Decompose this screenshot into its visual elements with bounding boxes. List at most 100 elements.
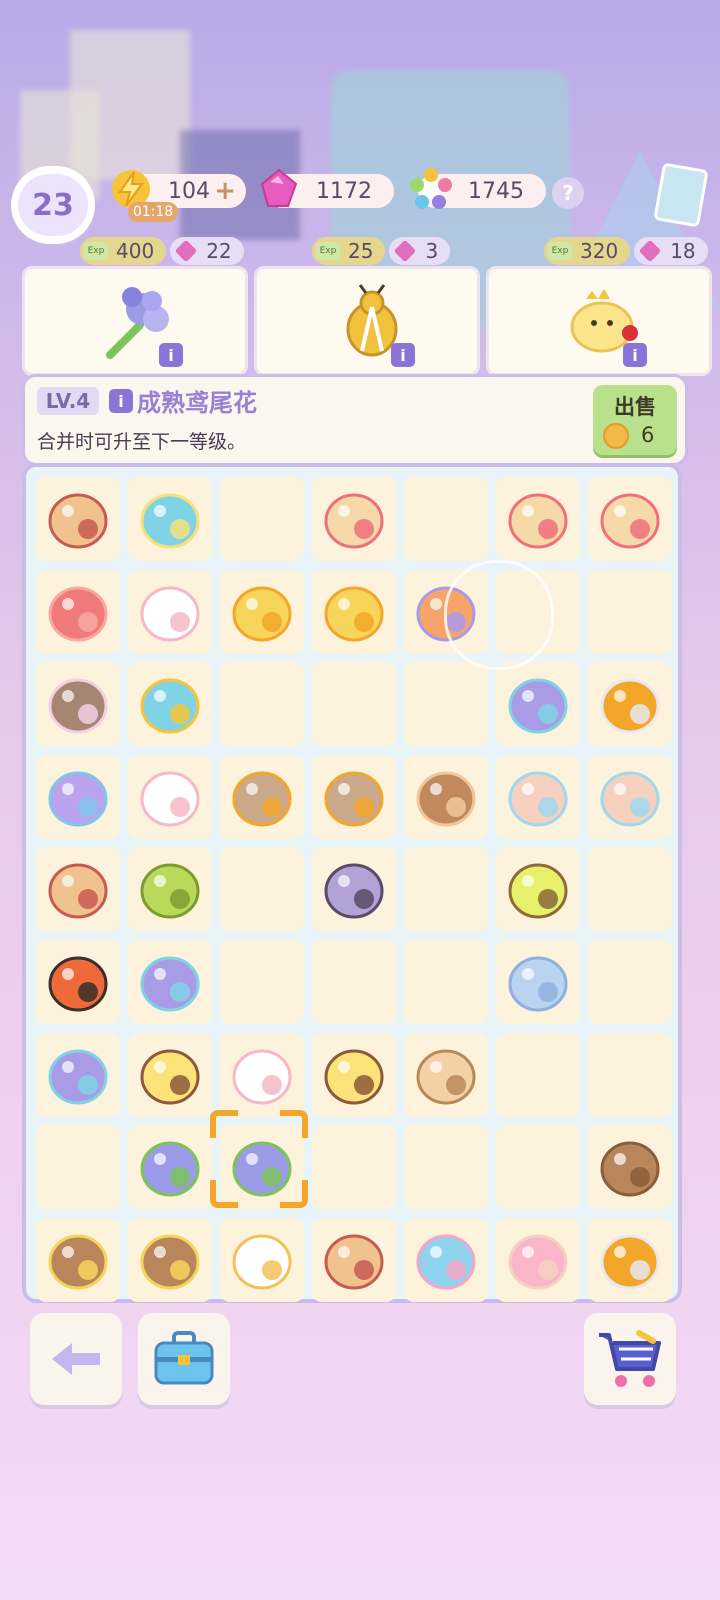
board-cell[interactable] [220,1032,304,1117]
board-cell[interactable] [36,1125,120,1210]
exp-value: 320 [580,239,619,263]
toolbox-button[interactable] [138,1313,230,1405]
board-cell[interactable] [404,477,488,561]
board-cell[interactable] [128,1125,212,1210]
board-cell[interactable] [36,1217,120,1302]
board-cell[interactable] [312,662,396,747]
board-cell[interactable] [220,662,304,747]
player-level-badge[interactable]: 23 [11,166,95,244]
board-cell[interactable] [36,754,120,839]
energy-value: 104 [168,178,210,204]
exp-value: 400 [116,239,155,263]
board-cell[interactable] [128,940,212,1024]
shop-button[interactable] [584,1313,676,1405]
board-cell[interactable] [312,569,396,654]
order-card-1[interactable]: i [22,266,248,376]
board-cell[interactable] [496,940,580,1024]
star-value: 1745 [468,178,524,204]
board-cell[interactable] [312,1217,396,1302]
board-cell[interactable] [404,847,488,932]
board-cell[interactable] [128,569,212,654]
iris-flower-icon [140,1141,200,1197]
board-cell[interactable] [496,1217,580,1302]
order-info-button[interactable]: i [391,343,415,367]
exp-reward: Exp 320 [544,237,631,265]
board-cell[interactable] [220,1217,304,1302]
board-cell[interactable] [496,1032,580,1117]
board-cell[interactable] [496,662,580,747]
gem-value: 3 [425,239,439,263]
board-cell[interactable] [588,477,672,561]
board-cell[interactable] [588,847,672,932]
board-cell[interactable] [312,477,396,561]
gem-value: 1172 [316,178,372,204]
firefly-pouch-icon [140,863,200,919]
board-cell[interactable] [404,754,488,839]
board-cell[interactable] [404,1125,488,1210]
board-cell[interactable] [404,1032,488,1117]
player-level: 23 [18,174,88,236]
basket-icon [600,1141,660,1197]
board-cell[interactable] [128,754,212,839]
coin-icon [603,423,629,449]
board-cell[interactable] [36,569,120,654]
item-info-panel: LV.4 i 成熟鸢尾花 合并时可升至下一等级。 出售 6 [22,374,688,466]
pink-hamster-icon [508,1234,568,1290]
order-info-button[interactable]: i [623,343,647,367]
board-cell[interactable] [312,754,396,839]
back-button[interactable] [30,1313,122,1405]
board-cell[interactable] [404,662,488,747]
board-cell[interactable] [588,1217,672,1302]
fishing-rod-icon [508,493,568,549]
board-cell[interactable] [496,754,580,839]
board-cell[interactable] [36,1032,120,1117]
board-cell[interactable] [588,754,672,839]
gem-counter[interactable]: 1172 [260,168,394,208]
board-cell[interactable] [588,662,672,747]
help-button[interactable]: ? [552,177,584,209]
gift-box-icon [324,586,384,642]
item-description: 合并时可升至下一等级。 [37,431,247,453]
board-cell[interactable] [36,847,120,932]
board-cell[interactable] [220,847,304,932]
gift-box-icon [232,586,292,642]
board-cell[interactable] [496,1125,580,1210]
board-cell[interactable] [588,1125,672,1210]
order-info-button[interactable]: i [159,343,183,367]
star-counter[interactable]: 1745 [410,168,546,209]
board-cell[interactable] [312,940,396,1024]
board-cell[interactable] [220,940,304,1024]
board-cell[interactable] [588,569,672,654]
board-cell[interactable] [404,1217,488,1302]
board-cell[interactable] [36,477,120,561]
board-cell[interactable] [128,477,212,561]
add-energy-button[interactable]: + [214,176,236,206]
board-cell[interactable] [404,940,488,1024]
exp-reward: Exp 400 [80,237,167,265]
board-cell[interactable] [496,847,580,932]
shopping-cart-icon [599,1330,661,1387]
sell-button[interactable]: 出售 6 [593,385,677,455]
board-cell[interactable] [128,1217,212,1302]
coral-icon [48,586,108,642]
merge-board [22,463,682,1303]
board-cell[interactable] [588,940,672,1024]
board-cell[interactable] [588,1032,672,1117]
board-cell[interactable] [220,477,304,561]
board-cell[interactable] [312,847,396,932]
exp-tag: Exp [316,242,340,260]
gem-reward: 22 [170,237,244,265]
board-cell[interactable] [312,1032,396,1117]
board-cell[interactable] [36,940,120,1024]
board-cell[interactable] [128,662,212,747]
order-card-2[interactable]: i [254,266,480,376]
board-cell[interactable] [496,477,580,561]
order-card-3[interactable]: i [486,266,712,376]
board-cell[interactable] [128,847,212,932]
board-cell[interactable] [220,569,304,654]
board-cell[interactable] [128,1032,212,1117]
board-cell[interactable] [312,1125,396,1210]
board-cell[interactable] [220,754,304,839]
board-cell[interactable] [36,662,120,747]
item-info-button[interactable]: i [109,389,133,413]
